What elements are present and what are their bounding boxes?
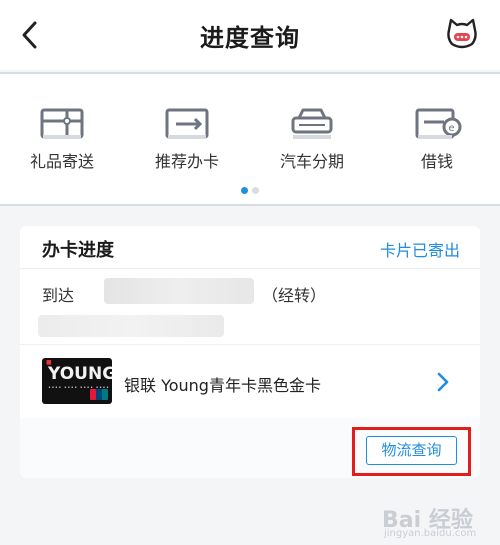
product-name[interactable]: 银联 Young青年卡黑色金卡 [124, 372, 321, 396]
pager-dot-active[interactable] [241, 187, 248, 194]
pager-dot[interactable] [252, 187, 259, 194]
loan-card-icon: e [415, 108, 462, 139]
arrive-label: 到达 [42, 286, 75, 305]
transfer-note: （经转） [262, 286, 327, 305]
divider [20, 268, 480, 269]
watermark: Bai 经验 jingyan.baidu.com [382, 490, 494, 540]
watermark-subtext: jingyan.baidu.com [384, 528, 477, 539]
logistics-query-button[interactable]: 物流查询 [366, 436, 457, 465]
carousel-pager [0, 187, 500, 194]
divider [20, 344, 480, 345]
card-title: 办卡进度 [42, 240, 114, 261]
bank-card-image: ■ YOUNG •••• •••• •••• •••• [42, 358, 112, 404]
svg-text:e: e [449, 123, 455, 134]
service-car[interactable]: 汽车分期 [257, 102, 367, 172]
service-label: 礼品寄送 [29, 152, 94, 171]
header-bar: 进度查询 [0, 0, 500, 70]
service-label: 借钱 [420, 152, 453, 171]
redacted-detail [38, 315, 224, 337]
gift-icon [40, 108, 84, 139]
page-title: 进度查询 [200, 24, 300, 52]
service-loan[interactable]: e 借钱 [382, 102, 492, 172]
unionpay-logo-icon [90, 389, 108, 400]
status-text: 卡片已寄出 [379, 241, 460, 260]
car-icon [291, 108, 333, 139]
service-gift[interactable]: 礼品寄送 [7, 102, 117, 172]
card-recommend-icon [165, 108, 209, 139]
service-label: 推荐办卡 [154, 152, 219, 171]
chevron-right-icon[interactable] [436, 372, 450, 392]
redacted-address [104, 278, 254, 304]
cat-face-icon[interactable] [444, 16, 480, 52]
service-recommend[interactable]: 推荐办卡 [132, 102, 242, 172]
card-face-text: YOUNG [48, 364, 112, 384]
progress-card: 办卡进度 卡片已寄出 到达 （经转） ■ YOUNG •••• •••• •••… [20, 226, 480, 478]
service-label: 汽车分期 [279, 152, 344, 171]
service-shortcuts: 礼品寄送 推荐办卡 汽车分期 e 借钱 [0, 72, 500, 206]
